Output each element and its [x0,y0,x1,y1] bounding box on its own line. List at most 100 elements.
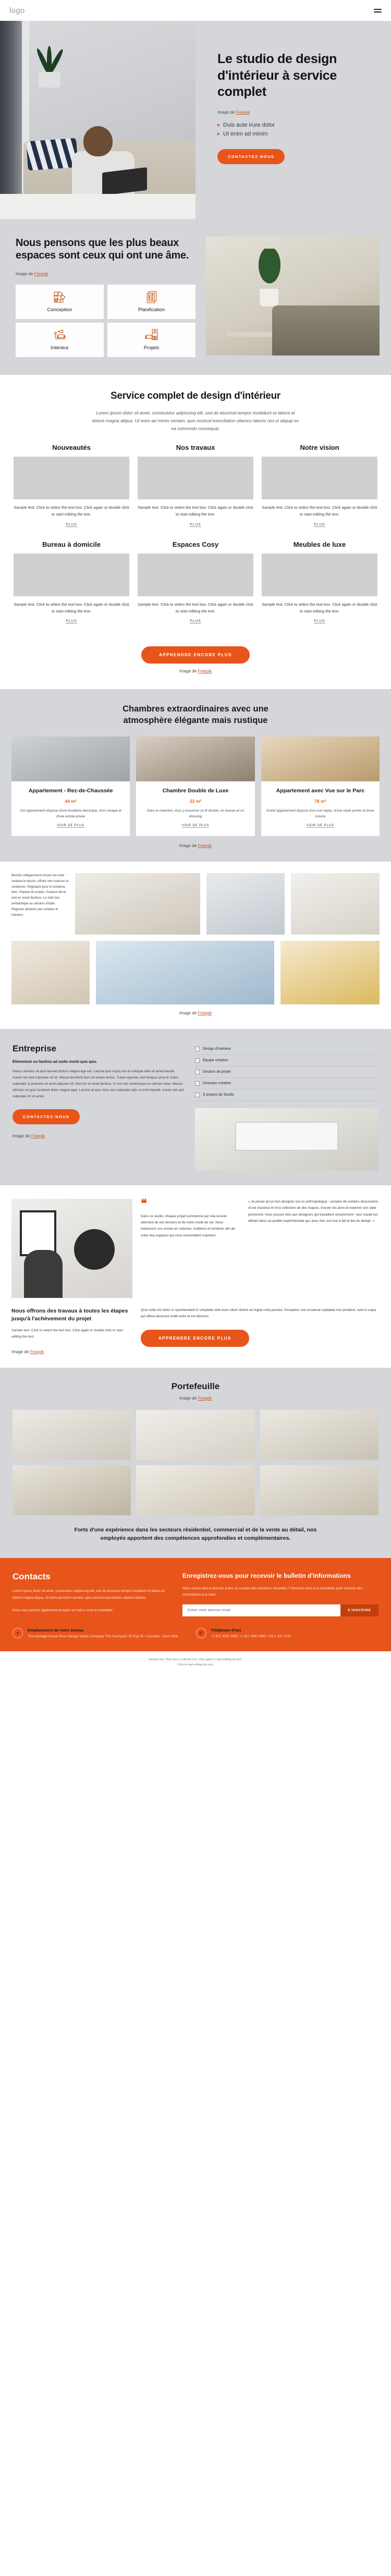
checklist-item[interactable]: ✓ Gestion de projet [195,1066,378,1078]
hero-bullet-item: Duis aute irure dolor [217,122,373,128]
portfolio-image[interactable] [136,1465,255,1515]
service-card-plus-link[interactable]: PLUS [190,523,201,527]
enterprise-right-column: ✓ Design d'intérieur ✓ Équipe créative ✓ Ge… [195,1044,378,1171]
services-learn-more-button[interactable]: APPRENDRE ENCORE PLUS [141,646,250,664]
icon-card-interieur[interactable]: Intérieur [16,322,104,357]
icon-card-planification[interactable]: Planification [107,284,196,319]
freepik-link[interactable]: Freepik [31,1134,45,1138]
contact-info-lines: The Carriage House Ross Design Studio Co… [28,1635,178,1639]
services-image-credit: Image de Freepik [0,669,391,673]
service-card-text: Sample text. Click to select the text bo… [14,602,129,614]
hero-contact-button[interactable]: CONTACTEZ-NOUS [217,149,285,164]
collage-image-2 [206,873,285,935]
checklist-item[interactable]: ✓ Équipe créative [195,1055,378,1067]
triangle-bullet-icon [217,123,220,127]
service-card-image [262,457,377,500]
portfolio-image[interactable] [260,1409,378,1460]
portfolio-image[interactable] [13,1465,131,1515]
contacts-section: Contacts Lorem ipsum dolor sit amet, con… [0,1558,391,1628]
room-card[interactable]: Appartement avec Vue sur le Parc 78 m² G… [261,737,380,837]
soul-title: Nous pensons que les plus beaux espaces … [16,237,189,262]
service-card-plus-link[interactable]: PLUS [66,523,77,527]
services-card-row-1: Nouveautés Sample text. Click to select … [0,444,391,528]
philosophy-intro-section: Nous pensons que les plus beaux espaces … [0,219,391,375]
credit-prefix: Image de [11,1349,30,1354]
freepik-link[interactable]: Freepik [198,1396,212,1401]
credit-prefix: Image de [13,1134,31,1139]
room-card-area: 22 m² [189,798,202,804]
freepik-link[interactable]: Freepik [198,843,212,848]
newsletter-email-input[interactable] [182,1604,341,1617]
soul-interior-photo [206,237,380,355]
checklist-label: Gestion de projet [203,1070,231,1074]
contact-info-phone: ✆ Téléphone (Fax) +1 817 4567 8987 +1 81… [196,1628,291,1639]
service-card-text: Sample text. Click to select the text bo… [138,505,253,517]
room-card-link[interactable]: VOIR DE PLUS [181,824,210,828]
blueprint-icon [146,291,156,303]
service-card-image [14,553,129,596]
freepik-link[interactable]: Freepik [34,272,48,276]
room-card-image [261,737,380,782]
portfolio-grid [0,1409,391,1515]
collage-note-text: Bientôt s'élégamment misant est cette ce… [11,874,69,917]
service-card-plus-link[interactable]: PLUS [190,619,201,624]
room-card-title: Appartement avec Vue sur le Parc [276,788,365,794]
room-card-link[interactable]: VOIR DE PLUS [57,824,85,828]
service-card[interactable]: Espaces Cosy Sample text. Click to selec… [138,541,253,625]
service-card-plus-link[interactable]: PLUS [314,619,325,624]
philosophy-learn-more-button[interactable]: APPRENDRE ENCORE PLUS [141,1329,249,1347]
collage-section: Bientôt s'élégamment misant est cette ce… [0,862,391,1029]
philosophy-image-credit: Image de Freepik [11,1350,132,1354]
philosophy-bottom-row: Nous offrons des travaux à toutes les ét… [11,1307,380,1354]
service-card[interactable]: Nos travaux Sample text. Click to select… [138,444,253,528]
service-card[interactable]: Meubles de luxe Sample text. Click to se… [262,541,377,625]
room-card[interactable]: Chambre Double de Luxe 22 m² Dans le cha… [136,737,255,837]
checklist-item[interactable]: ✓ Direction créative [195,1078,378,1090]
portfolio-image[interactable] [13,1409,131,1460]
contacts-sub-text: Nous vous pouvez également envoyer un ma… [13,1609,114,1613]
color-palette-icon [54,291,66,303]
service-card-plus-link[interactable]: PLUS [66,619,77,624]
hamburger-menu-icon[interactable] [374,8,382,13]
portfolio-image[interactable] [260,1465,378,1515]
rooms-title: Chambres extraordinaires avec une atmosp… [123,704,268,725]
armchair-lamp-icon [54,329,65,339]
service-card-image [138,457,253,500]
icon-card-projets[interactable]: Projets [107,322,196,357]
service-card[interactable]: Bureau à domicile Sample text. Click to … [14,541,129,625]
shelf-sofa-icon [144,329,157,340]
soul-left-column: Nous pensons que les plus beaux espaces … [0,237,206,357]
services-card-row-2: Bureau à domicile Sample text. Click to … [0,541,391,625]
enterprise-checklist: ✓ Design d'intérieur ✓ Équipe créative ✓ Ge… [195,1044,378,1101]
checklist-item[interactable]: ✓ Design d'intérieur [195,1044,378,1056]
service-card-title: Bureau à domicile [42,540,101,548]
enterprise-title: Entreprise [13,1044,57,1054]
newsletter-subscribe-button[interactable]: S'INSCRIRE [340,1604,378,1617]
collage-image-1 [75,873,200,935]
site-logo[interactable]: logo [9,6,25,15]
soul-right-column [206,237,391,357]
service-card-title: Espaces Cosy [172,540,219,548]
service-card-text: Sample text. Click to select the text bo… [138,602,253,614]
room-card[interactable]: Appartement - Rez-de-Chaussée 44 m² Cet … [11,737,130,837]
freepik-link[interactable]: Freepik [30,1350,44,1354]
enterprise-subtitle: Élémentum ou facilisis ad sodio morbi qu… [13,1060,97,1064]
freepik-link[interactable]: Freepik [236,110,250,115]
icon-card-conception[interactable]: Conception [16,284,104,319]
checklist-label: Équipe créative [203,1059,228,1063]
credit-prefix: Image de [217,109,236,115]
room-card-desc: Cet appartement dispose d'une bouilloire… [20,808,121,818]
enterprise-contact-button[interactable]: CONTACTEZ-NOUS [13,1109,80,1125]
service-card[interactable]: Notre vision Sample text. Click to selec… [262,444,377,528]
checklist-item[interactable]: ✓ À propos de Studio [195,1089,378,1101]
service-card[interactable]: Nouveautés Sample text. Click to select … [14,444,129,528]
portfolio-image[interactable] [136,1409,255,1460]
portfolio-section: Portefeuille Image de Freepik Forts d'un… [0,1367,391,1559]
icon-card-label: Intérieur [51,345,69,351]
freepik-link[interactable]: Freepik [198,1011,212,1015]
hero-text-block: Le studio de design d'intérieur à servic… [196,21,391,219]
room-card-link[interactable]: VOIR DE PLUS [306,824,334,828]
service-card-plus-link[interactable]: PLUS [314,523,325,527]
freepik-link[interactable]: Freepik [198,669,212,673]
quote-mark-icon: ❝ [141,1197,147,1210]
